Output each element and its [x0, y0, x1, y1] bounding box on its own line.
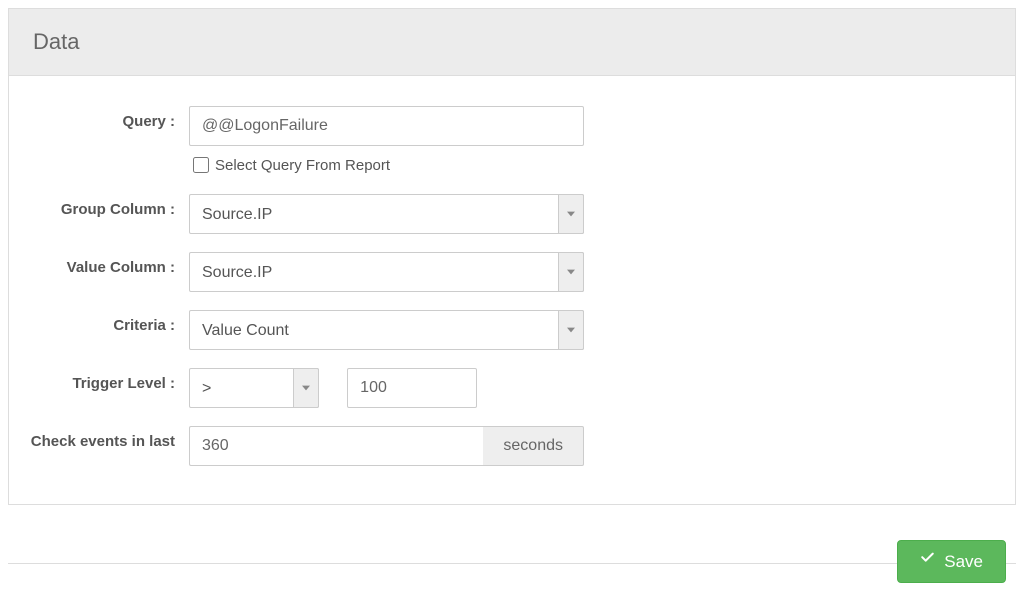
check-events-row: Check events in last seconds: [29, 426, 995, 466]
trigger-operator-select[interactable]: >: [189, 368, 319, 408]
query-row: Query : Select Query From Report: [29, 106, 995, 176]
trigger-level-label: Trigger Level :: [29, 368, 189, 392]
criteria-select[interactable]: Value Count: [189, 310, 584, 350]
data-panel: Data Query : Select Query From Report Gr…: [8, 8, 1016, 505]
select-query-from-report-label: Select Query From Report: [215, 157, 390, 174]
query-input[interactable]: [189, 106, 584, 146]
criteria-row: Criteria : Value Count: [29, 310, 995, 350]
value-column-row: Value Column : Source.IP: [29, 252, 995, 292]
group-column-row: Group Column : Source.IP: [29, 194, 995, 234]
group-column-label: Group Column :: [29, 194, 189, 218]
select-query-from-report-checkbox[interactable]: [193, 157, 209, 173]
value-column-label: Value Column :: [29, 252, 189, 276]
value-column-select[interactable]: Source.IP: [189, 252, 584, 292]
footer: Save: [8, 563, 1016, 583]
check-events-unit-label: seconds: [483, 426, 584, 466]
trigger-value-input[interactable]: [347, 368, 477, 408]
check-events-label: Check events in last: [29, 426, 189, 450]
save-button-label: Save: [944, 552, 983, 572]
criteria-label: Criteria :: [29, 310, 189, 334]
check-icon: [920, 551, 936, 572]
trigger-level-row: Trigger Level : >: [29, 368, 995, 408]
save-button[interactable]: Save: [897, 540, 1006, 583]
panel-body: Query : Select Query From Report Group C…: [9, 76, 1015, 504]
check-events-value-input[interactable]: [189, 426, 483, 466]
panel-title: Data: [9, 9, 1015, 76]
query-label: Query :: [29, 106, 189, 130]
group-column-select[interactable]: Source.IP: [189, 194, 584, 234]
